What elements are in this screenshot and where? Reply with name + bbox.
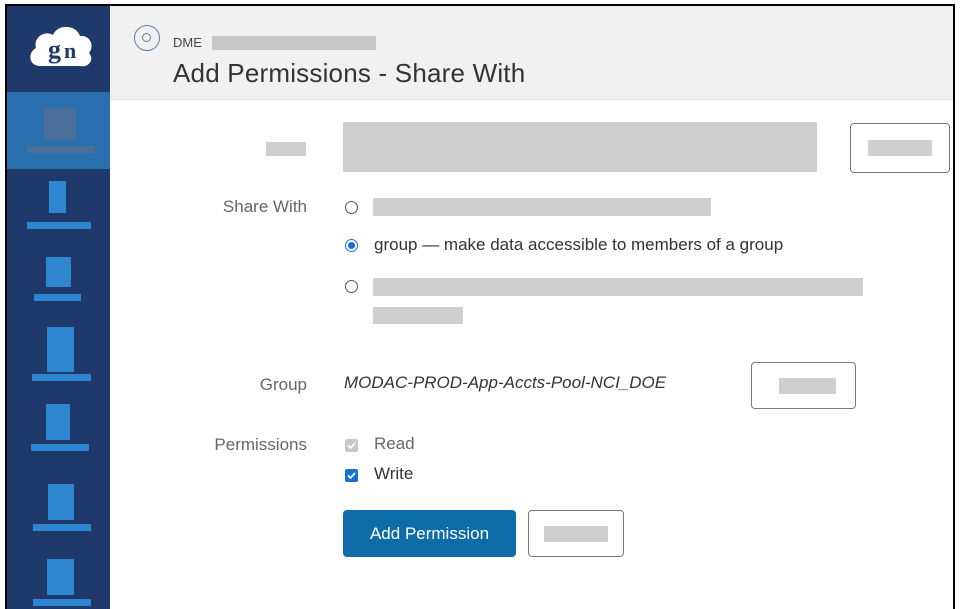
share-option-radio-group[interactable] [345, 239, 358, 252]
add-permission-button[interactable]: Add Permission [343, 510, 516, 557]
nav-label [33, 599, 91, 606]
endpoint-icon [134, 25, 160, 51]
svg-text:g: g [48, 35, 61, 64]
nav-label [27, 222, 91, 229]
share-option-radio-3[interactable] [345, 280, 358, 293]
read-label: Read [374, 434, 415, 453]
svg-text:n: n [64, 38, 76, 63]
path-label-redacted [266, 142, 306, 156]
globus-logo[interactable]: g n [7, 6, 110, 92]
nav-label [33, 524, 91, 531]
share-option-text-3b-redacted [373, 307, 463, 324]
breadcrumb-redacted [212, 36, 376, 50]
sidebar-item-3[interactable] [7, 239, 110, 314]
cloud-logo-icon: g n [30, 26, 92, 67]
read-checkbox [345, 439, 358, 452]
share-option-radio-1[interactable] [345, 201, 358, 214]
sidebar-item-2[interactable] [7, 169, 110, 239]
sidebar: g n [7, 6, 110, 609]
app-window: g n DME Add Permissions - Share With Sha… [5, 4, 955, 609]
select-group-button[interactable] [751, 362, 856, 409]
sidebar-item-4[interactable] [7, 314, 110, 389]
write-label: Write [374, 464, 414, 483]
nav-icon [46, 404, 70, 440]
page-header: DME Add Permissions - Share With [110, 6, 953, 100]
permissions-label: Permissions [214, 435, 307, 454]
nav-icon [44, 108, 76, 140]
sidebar-item-1[interactable] [7, 92, 110, 169]
browse-button[interactable] [850, 123, 950, 173]
breadcrumb[interactable]: DME [173, 35, 202, 50]
cancel-button[interactable] [528, 510, 624, 557]
nav-icon [48, 484, 74, 520]
nav-icon [46, 257, 71, 287]
path-field-redacted [343, 122, 817, 172]
nav-label [31, 444, 89, 451]
nav-icon [49, 181, 66, 213]
nav-icon [47, 559, 74, 595]
group-name: MODAC-PROD-App-Accts-Pool-NCI_DOE [344, 373, 667, 392]
share-option-group-label: group — make data accessible to members … [374, 235, 784, 254]
group-label: Group [259, 375, 307, 394]
share-with-label: Share With [222, 197, 307, 216]
nav-label [27, 146, 95, 153]
sidebar-item-6[interactable] [7, 464, 110, 539]
sidebar-item-7[interactable] [7, 539, 110, 609]
nav-label [32, 374, 91, 381]
page-title: Add Permissions - Share With [173, 58, 526, 88]
nav-icon [47, 327, 74, 372]
nav-label [34, 294, 81, 301]
share-option-text-3-redacted [373, 278, 863, 296]
write-checkbox[interactable] [345, 469, 358, 482]
sidebar-item-5[interactable] [7, 389, 110, 464]
share-option-text-1-redacted [373, 198, 711, 216]
